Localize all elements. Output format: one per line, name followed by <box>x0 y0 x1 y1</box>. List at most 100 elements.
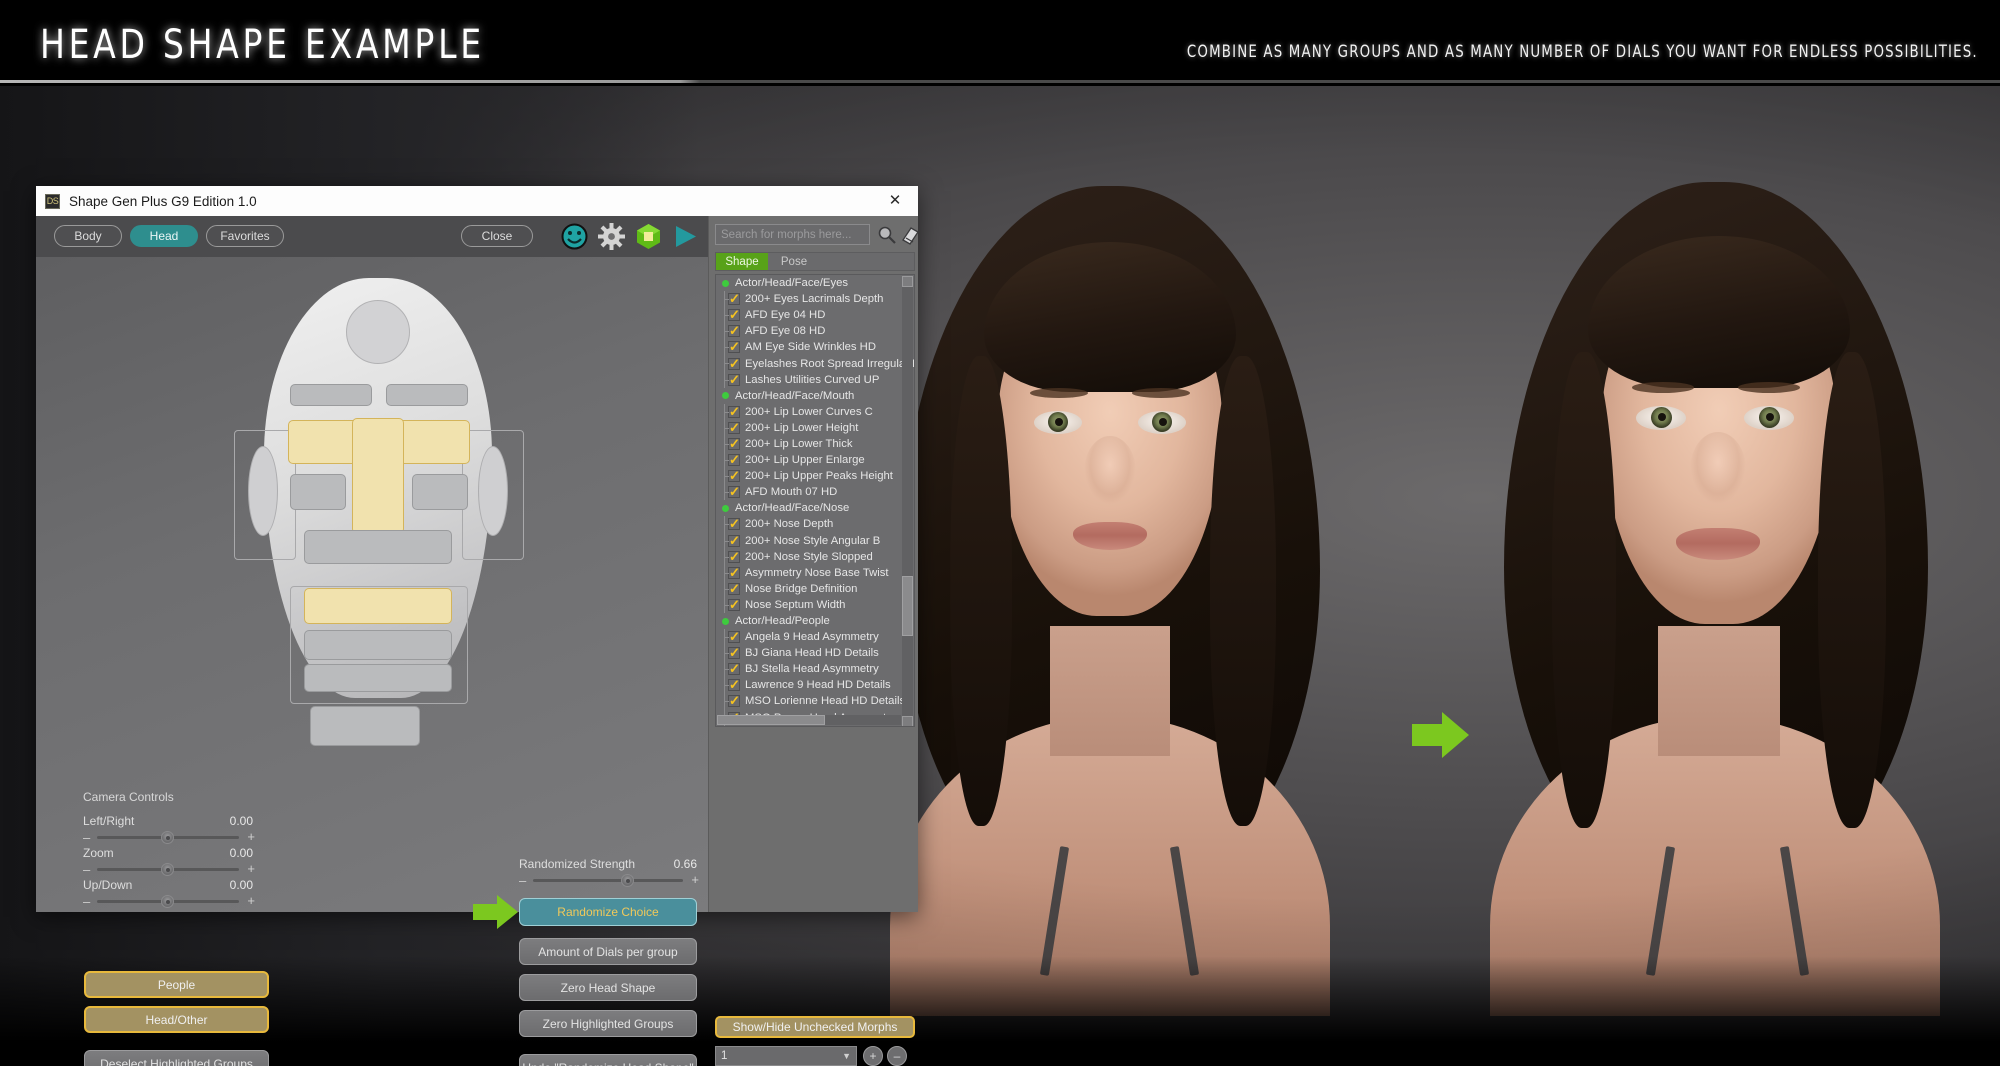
checkbox-checked-icon[interactable] <box>728 356 740 372</box>
morph-group-header[interactable]: Head/Other <box>716 726 902 727</box>
morph-group-header[interactable]: Actor/Head/Face/Nose <box>716 500 902 516</box>
randomize-choice-button[interactable]: Randomize Choice <box>519 898 697 926</box>
shape-pose-tabs: Shape Pose <box>715 252 915 271</box>
checkbox-checked-icon[interactable] <box>728 693 740 709</box>
morph-count-dropdown[interactable]: 1 ▼ <box>715 1046 857 1066</box>
magnifier-icon[interactable] <box>877 225 897 245</box>
morph-list-item[interactable]: MSO Lorienne Head HD Details <box>716 693 905 710</box>
tab-body[interactable]: Body <box>54 225 122 247</box>
slider-plus[interactable]: + <box>691 872 699 887</box>
morph-item-label: AFD Eye 08 HD <box>745 325 826 338</box>
morph-list-item[interactable]: AFD Eye 04 HD <box>716 307 902 324</box>
scroll-down-arrow[interactable] <box>902 716 913 726</box>
morph-group-header[interactable]: Actor/Head/Face/Mouth <box>716 388 902 404</box>
zero-head-shape-button[interactable]: Zero Head Shape <box>519 974 697 1001</box>
slider-minus[interactable]: – <box>83 830 90 845</box>
morph-list-item[interactable]: Angela 9 Head Asymmetry <box>716 629 902 646</box>
morph-list-item[interactable]: 200+ Lip Upper Peaks Height <box>716 468 902 485</box>
checkbox-checked-icon[interactable] <box>728 339 740 355</box>
morph-list-item[interactable]: 200+ Lip Lower Height <box>716 419 902 437</box>
tab-shape[interactable]: Shape <box>716 253 768 270</box>
morph-list-item[interactable]: AFD Mouth 07 HD <box>716 484 902 501</box>
group-button-head-other[interactable]: Head/Other <box>84 1006 269 1033</box>
checkbox-checked-icon[interactable] <box>728 516 740 532</box>
tab-pose[interactable]: Pose <box>768 253 820 270</box>
slider-knob[interactable] <box>621 874 634 887</box>
amount-of-dials-button[interactable]: Amount of Dials per group <box>519 938 697 965</box>
checkbox-checked-icon[interactable] <box>728 307 740 323</box>
deselect-highlighted-groups-button[interactable]: Deselect Highlighted Groups <box>84 1050 269 1066</box>
morph-list-item[interactable]: BJ Stella Head Asymmetry <box>716 661 902 678</box>
morph-list-item[interactable]: 200+ Nose Style Angular B <box>716 532 902 549</box>
morph-list-item[interactable]: 200+ Lip Lower Curves C <box>716 403 902 420</box>
scrollbar-thumb[interactable] <box>902 576 913 636</box>
checkbox-checked-icon[interactable] <box>728 565 740 581</box>
scrollbar-thumb-h[interactable] <box>717 715 825 725</box>
slider-plus[interactable]: + <box>247 893 255 908</box>
checkbox-checked-icon[interactable] <box>728 468 740 484</box>
checkbox-checked-icon[interactable] <box>728 629 740 645</box>
morph-list-item[interactable]: 200+ Nose Style Slopped <box>716 548 902 565</box>
morph-list-item[interactable]: Eyelashes Root Spread Irregular I <box>716 355 914 372</box>
checkbox-checked-icon[interactable] <box>728 291 740 307</box>
slider-minus[interactable]: – <box>83 862 90 877</box>
group-button-people[interactable]: People <box>84 971 269 998</box>
morph-list-item[interactable]: Nose Septum Width <box>716 596 902 614</box>
zero-highlighted-groups-button[interactable]: Zero Highlighted Groups <box>519 1010 697 1037</box>
eraser-icon[interactable] <box>900 225 920 245</box>
morph-list-item[interactable]: Lashes Utilities Curved UP <box>716 371 902 388</box>
morph-list-item[interactable]: Asymmetry Nose Base Twist <box>716 564 902 581</box>
decrement-button[interactable]: – <box>887 1046 907 1066</box>
morph-list-item[interactable]: 200+ Nose Depth <box>716 516 902 533</box>
checkbox-checked-icon[interactable] <box>728 420 740 436</box>
increment-button[interactable]: + <box>863 1046 883 1066</box>
slider-plus[interactable]: + <box>247 861 255 876</box>
morph-list[interactable]: Actor/Head/Face/Eyes 200+ Eyes Lacrimals … <box>715 274 915 727</box>
slider-minus[interactable]: – <box>83 894 90 909</box>
slider-minus[interactable]: – <box>519 873 526 888</box>
checkbox-checked-icon[interactable] <box>728 533 740 549</box>
close-button[interactable]: Close <box>461 225 533 247</box>
play-icon[interactable] <box>672 223 699 250</box>
morph-list-item[interactable]: Nose Bridge Definition <box>716 580 902 597</box>
close-window-button[interactable]: ✕ <box>878 187 912 215</box>
checkbox-checked-icon[interactable] <box>728 372 740 388</box>
morph-list-item[interactable]: 200+ Lip Lower Thick <box>716 435 902 453</box>
head-zone-diagram[interactable] <box>186 268 566 746</box>
checkbox-checked-icon[interactable] <box>728 677 740 693</box>
morph-list-item[interactable]: 200+ Lip Upper Enlarge <box>716 452 902 469</box>
morph-group-header[interactable]: Actor/Head/Face/Eyes <box>716 275 902 291</box>
face-icon[interactable] <box>561 223 588 250</box>
morph-list-item[interactable]: AM Eye Side Wrinkles HD <box>716 339 902 356</box>
checkbox-checked-icon[interactable] <box>728 581 740 597</box>
slider-knob[interactable] <box>161 863 174 876</box>
morph-list-item[interactable]: 200+ Eyes Lacrimals Depth <box>716 291 902 308</box>
gear-icon[interactable] <box>598 223 625 250</box>
scroll-up-arrow[interactable] <box>902 276 913 287</box>
checkbox-checked-icon[interactable] <box>728 404 740 420</box>
slider-plus[interactable]: + <box>247 829 255 844</box>
checkbox-checked-icon[interactable] <box>728 452 740 468</box>
vertical-scrollbar[interactable] <box>902 276 913 726</box>
tab-head[interactable]: Head <box>130 225 198 247</box>
checkbox-checked-icon[interactable] <box>728 323 740 339</box>
checkbox-checked-icon[interactable] <box>728 436 740 452</box>
show-hide-unchecked-morphs-button[interactable]: Show/Hide Unchecked Morphs <box>715 1016 915 1038</box>
morph-group-header[interactable]: Actor/Head/People <box>716 613 902 629</box>
checkbox-checked-icon[interactable] <box>728 484 740 500</box>
morph-list-item[interactable]: BJ Giana Head HD Details <box>716 645 902 662</box>
undo-button[interactable]: Undo "Randomize Head Shape" <box>519 1054 697 1066</box>
horizontal-scrollbar[interactable] <box>717 715 901 725</box>
tab-favorites[interactable]: Favorites <box>206 225 284 247</box>
green-cube-icon[interactable] <box>635 223 662 250</box>
search-input[interactable] <box>715 224 870 245</box>
slider-knob[interactable] <box>161 895 174 908</box>
checkbox-checked-icon[interactable] <box>728 549 740 565</box>
slider-knob[interactable] <box>161 831 174 844</box>
morph-list-item[interactable]: Lawrence 9 Head HD Details <box>716 677 902 694</box>
checkbox-checked-icon[interactable] <box>728 597 740 613</box>
checkbox-checked-icon[interactable] <box>728 661 740 677</box>
checkbox-checked-icon[interactable] <box>728 645 740 661</box>
morph-list-item[interactable]: AFD Eye 08 HD <box>716 323 902 340</box>
slider-value: 0.00 <box>229 846 253 860</box>
